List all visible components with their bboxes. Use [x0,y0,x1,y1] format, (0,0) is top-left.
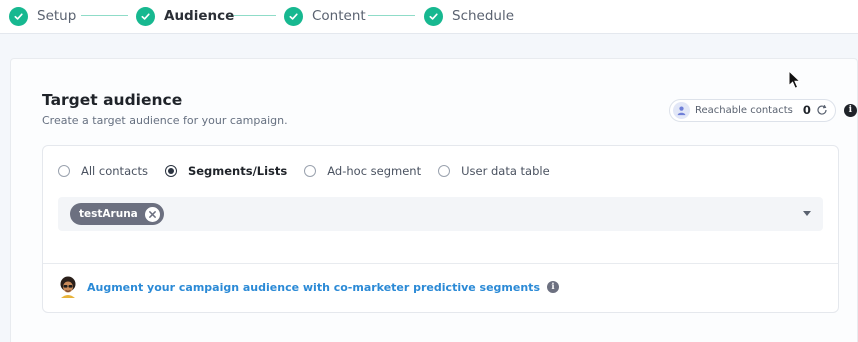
step-label: Audience [164,8,235,24]
augment-audience-link[interactable]: Augment your campaign audience with co-m… [87,281,540,294]
page-title: Target audience [42,91,183,109]
avatar [60,276,76,298]
chevron-down-icon[interactable] [803,211,811,216]
check-icon [284,6,303,26]
check-icon [9,6,28,26]
radio-button[interactable] [438,165,451,177]
step-label: Setup [37,8,77,24]
page-subtitle: Create a target audience for your campai… [42,114,288,127]
info-icon[interactable]: i [547,281,559,293]
radio-dot [167,168,174,174]
radio-button[interactable] [304,165,317,177]
step-connector [81,15,128,16]
radio-user-data-table[interactable]: User data table [438,164,550,178]
audience-panel: All contacts Segments/Lists Ad-hoc segme… [42,145,839,313]
reachable-contacts: Reachable contacts 0 i [669,98,857,122]
target-audience-card: Target audience Create a target audience… [10,58,858,342]
audience-type-radio-group: All contacts Segments/Lists Ad-hoc segme… [58,163,567,179]
radio-label: User data table [461,164,550,178]
user-icon [673,101,690,119]
radio-button[interactable] [164,165,177,177]
step-label: Content [312,8,366,24]
radio-button[interactable] [58,165,70,177]
segment-chip: testAruna [70,203,164,225]
step-setup[interactable]: Setup [9,5,76,27]
segment-chip-label: testAruna [79,208,138,220]
radio-label: Ad-hoc segment [327,164,422,178]
segment-select[interactable]: testAruna [58,197,823,231]
step-content[interactable]: Content [284,5,366,27]
campaign-stepper: Setup Audience Content Schedule [0,0,858,34]
radio-all-contacts[interactable]: All contacts [58,164,148,178]
divider [43,263,838,264]
step-connector [368,15,415,16]
info-icon[interactable]: i [843,103,857,117]
radio-label: Segments/Lists [187,164,288,178]
augment-row: Augment your campaign audience with co-m… [58,276,559,298]
check-icon [424,6,443,26]
reachable-contacts-label: Reachable contacts [695,104,793,116]
close-icon[interactable] [144,206,160,222]
radio-segments-lists[interactable]: Segments/Lists [164,164,288,178]
radio-adhoc-segment[interactable]: Ad-hoc segment [304,164,421,178]
check-icon [136,6,155,26]
mouse-cursor [788,70,802,89]
step-schedule[interactable]: Schedule [424,5,514,27]
step-connector [229,15,276,16]
step-audience[interactable]: Audience [136,5,234,27]
reachable-contacts-count: 0 [802,103,811,117]
reachable-contacts-pill: Reachable contacts 0 [669,98,836,122]
refresh-icon[interactable] [816,104,828,116]
step-label: Schedule [452,8,515,24]
radio-label: All contacts [81,164,148,178]
